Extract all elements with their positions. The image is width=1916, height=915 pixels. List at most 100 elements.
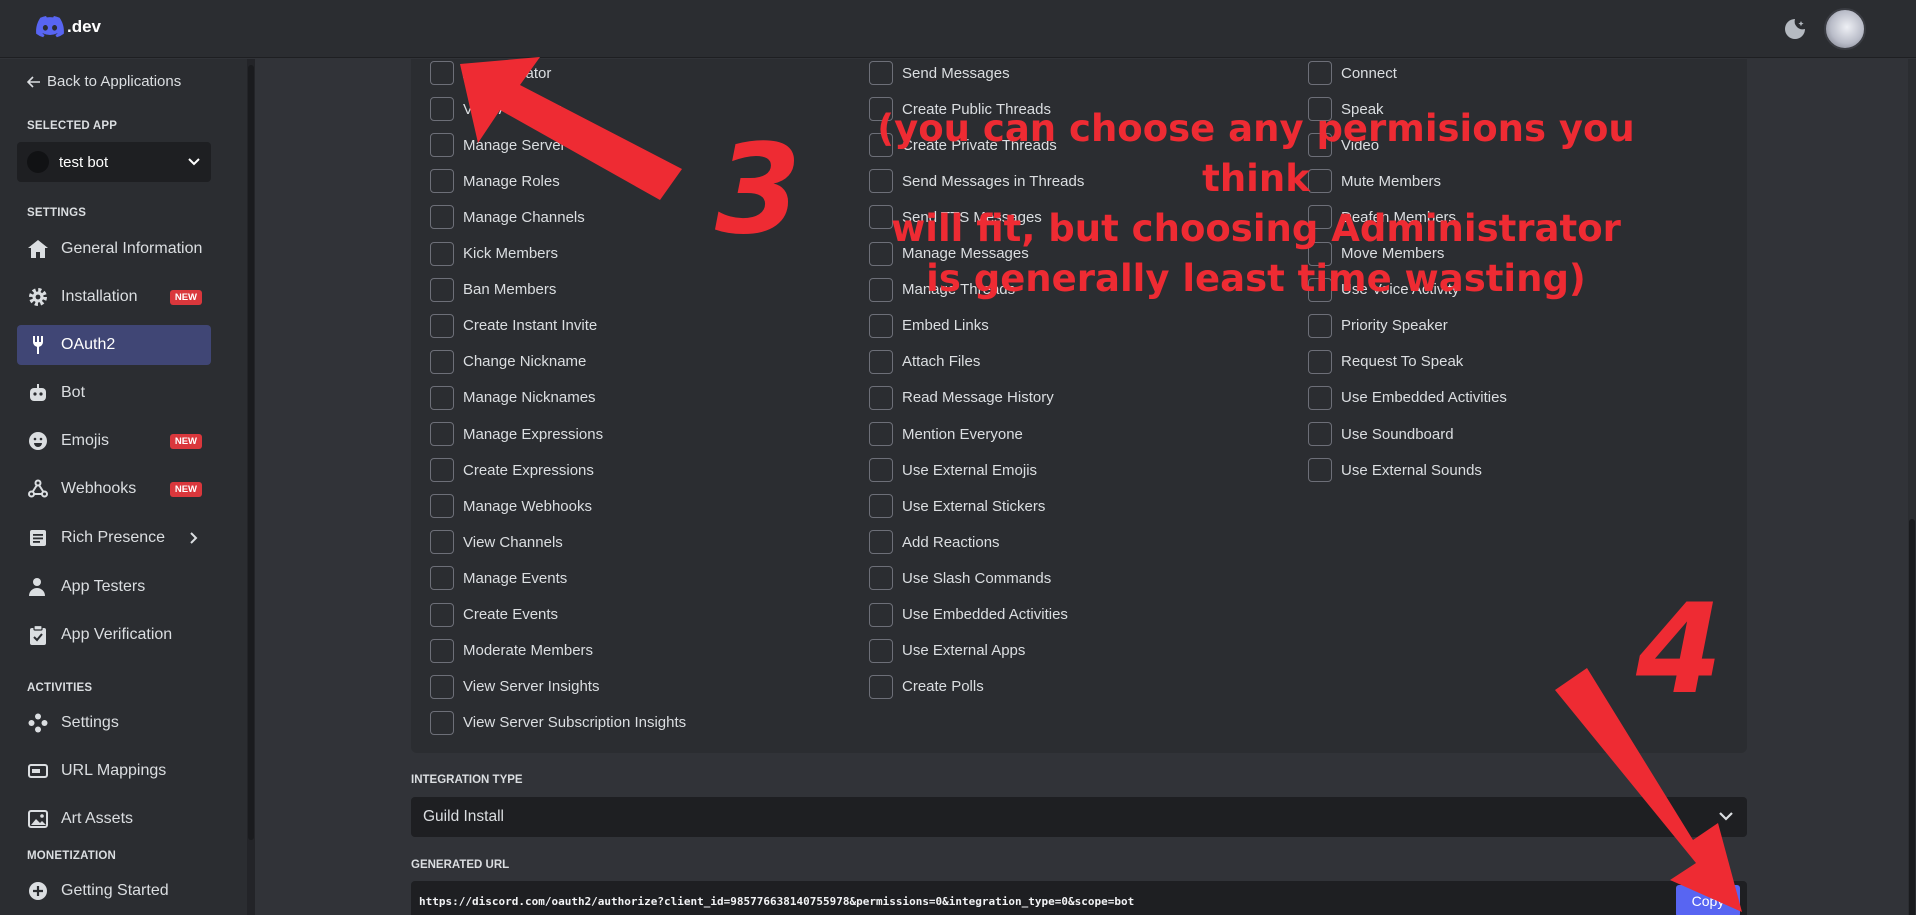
permission-item[interactable]: Embed Links xyxy=(869,313,989,339)
permission-item[interactable]: Moderate Members xyxy=(430,638,593,664)
sidebar-item-art-assets[interactable]: Art Assets xyxy=(17,799,211,839)
permission-item[interactable]: View Channels xyxy=(430,529,563,555)
home-icon xyxy=(26,237,50,261)
permission-checkbox[interactable] xyxy=(869,61,893,85)
permission-checkbox[interactable] xyxy=(430,97,454,122)
permission-item[interactable]: Use External Emojis xyxy=(869,457,1037,483)
permission-checkbox[interactable] xyxy=(430,349,454,374)
permission-item[interactable]: View Server Subscription Insights xyxy=(430,710,686,736)
permission-checkbox[interactable] xyxy=(1308,385,1332,410)
sidebar-item-getting-started[interactable]: Getting Started xyxy=(17,871,211,911)
permission-checkbox[interactable] xyxy=(430,530,454,555)
permission-item[interactable]: Manage Server xyxy=(430,132,566,158)
permission-item[interactable]: Read Message History xyxy=(869,385,1054,411)
permission-label: Create Polls xyxy=(902,678,984,696)
sidebar-item-app-verification[interactable]: App Verification xyxy=(17,615,211,655)
main-scrollbar[interactable] xyxy=(1908,59,1916,915)
permission-checkbox[interactable] xyxy=(1308,313,1332,338)
permission-checkbox[interactable] xyxy=(869,422,893,446)
permission-item[interactable]: Connect xyxy=(1308,60,1397,86)
permission-item[interactable]: Create Instant Invite xyxy=(430,313,597,339)
sidebar-item-app-testers[interactable]: App Testers xyxy=(17,567,211,607)
permission-checkbox[interactable] xyxy=(430,710,454,735)
permission-checkbox[interactable] xyxy=(430,602,454,627)
permission-checkbox[interactable] xyxy=(430,313,454,338)
permission-checkbox[interactable] xyxy=(430,385,454,410)
permission-checkbox[interactable] xyxy=(869,638,893,663)
permission-item[interactable]: Request To Speak xyxy=(1308,349,1463,375)
sidebar-item-oauth2[interactable]: OAuth2 xyxy=(17,325,211,365)
permission-item[interactable]: Attach Files xyxy=(869,349,980,375)
copy-button[interactable]: Copy xyxy=(1676,885,1740,915)
user-avatar[interactable] xyxy=(1824,8,1866,50)
permission-checkbox[interactable] xyxy=(430,133,454,158)
new-badge: NEW xyxy=(169,481,202,497)
permission-checkbox[interactable] xyxy=(869,602,893,627)
selected-app-dropdown[interactable]: test bot xyxy=(17,142,211,182)
permission-checkbox[interactable] xyxy=(869,674,893,699)
permission-item[interactable]: Kick Members xyxy=(430,241,558,267)
permission-item[interactable]: Use Embedded Activities xyxy=(1308,385,1507,411)
permission-checkbox[interactable] xyxy=(869,458,893,483)
permission-checkbox[interactable] xyxy=(430,458,454,483)
permission-checkbox[interactable] xyxy=(430,169,454,194)
permission-checkbox[interactable] xyxy=(1308,349,1332,374)
sidebar-item-rich-presence[interactable]: Rich Presence xyxy=(17,518,211,558)
generated-url-field[interactable]: https://discord.com/oauth2/authorize?cli… xyxy=(411,881,1747,915)
permission-checkbox[interactable] xyxy=(430,277,454,302)
permission-checkbox[interactable] xyxy=(430,205,454,230)
permission-checkbox[interactable] xyxy=(430,566,454,591)
permission-checkbox[interactable] xyxy=(869,530,893,555)
permission-item[interactable]: Use Soundboard xyxy=(1308,421,1454,447)
permission-item[interactable]: Create Polls xyxy=(869,674,984,700)
permission-checkbox[interactable] xyxy=(430,422,454,446)
permission-checkbox[interactable] xyxy=(1308,61,1332,85)
permission-item[interactable]: Administrator xyxy=(430,60,551,86)
permission-item[interactable]: Send Messages xyxy=(869,60,1010,86)
sidebar-scrollbar[interactable] xyxy=(247,59,255,915)
integration-type-select[interactable]: Guild Install xyxy=(411,797,1747,837)
permission-item[interactable]: Use External Sounds xyxy=(1308,457,1482,483)
permission-item[interactable]: Manage Nicknames xyxy=(430,385,596,411)
permission-item[interactable]: Use External Stickers xyxy=(869,493,1045,519)
permission-item[interactable]: Create Expressions xyxy=(430,457,594,483)
permission-item[interactable]: Change Nickname xyxy=(430,349,586,375)
permission-checkbox[interactable] xyxy=(430,674,454,699)
permission-checkbox[interactable] xyxy=(1308,458,1332,483)
theme-toggle-icon[interactable] xyxy=(1782,16,1808,42)
permission-item[interactable]: Manage Events xyxy=(430,565,567,591)
permission-checkbox[interactable] xyxy=(869,313,893,338)
permission-checkbox[interactable] xyxy=(430,638,454,663)
permission-checkbox[interactable] xyxy=(869,494,893,519)
permission-item[interactable]: Ban Members xyxy=(430,277,556,303)
permission-item[interactable]: Manage Roles xyxy=(430,168,560,194)
permission-item[interactable]: Manage Expressions xyxy=(430,421,603,447)
permission-item[interactable]: Mention Everyone xyxy=(869,421,1023,447)
sidebar-item-installation[interactable]: Installation NEW xyxy=(17,277,211,317)
sidebar-item-url-mappings[interactable]: URL Mappings xyxy=(17,751,211,791)
permission-checkbox[interactable] xyxy=(430,241,454,266)
permission-item[interactable]: Use Embedded Activities xyxy=(869,602,1068,628)
permission-item[interactable]: Use Slash Commands xyxy=(869,565,1051,591)
permission-checkbox[interactable] xyxy=(1308,422,1332,446)
discord-dev-logo[interactable]: .dev xyxy=(36,16,101,38)
permission-item[interactable]: Create Events xyxy=(430,602,558,628)
permission-item[interactable]: Add Reactions xyxy=(869,529,1000,555)
permission-checkbox[interactable] xyxy=(869,349,893,374)
sidebar-item-general-information[interactable]: General Information xyxy=(17,229,211,269)
permission-item[interactable]: Use External Apps xyxy=(869,638,1025,664)
permission-item[interactable]: Manage Webhooks xyxy=(430,493,592,519)
sidebar-item-emojis[interactable]: Emojis NEW xyxy=(17,421,211,461)
sidebar-item-activity-settings[interactable]: Settings xyxy=(17,703,211,743)
back-to-applications-link[interactable]: Back to Applications xyxy=(27,73,181,90)
permission-checkbox[interactable] xyxy=(869,566,893,591)
permission-checkbox[interactable] xyxy=(430,61,454,85)
sidebar-item-bot[interactable]: Bot xyxy=(17,373,211,413)
permission-item[interactable]: Manage Channels xyxy=(430,204,585,230)
permission-item[interactable]: Priority Speaker xyxy=(1308,313,1448,339)
sidebar-item-webhooks[interactable]: Webhooks NEW xyxy=(17,469,211,509)
permission-checkbox[interactable] xyxy=(869,385,893,410)
permission-item[interactable]: View Server Insights xyxy=(430,674,599,700)
permission-item[interactable]: View Audit Log xyxy=(430,96,562,122)
permission-checkbox[interactable] xyxy=(430,494,454,519)
